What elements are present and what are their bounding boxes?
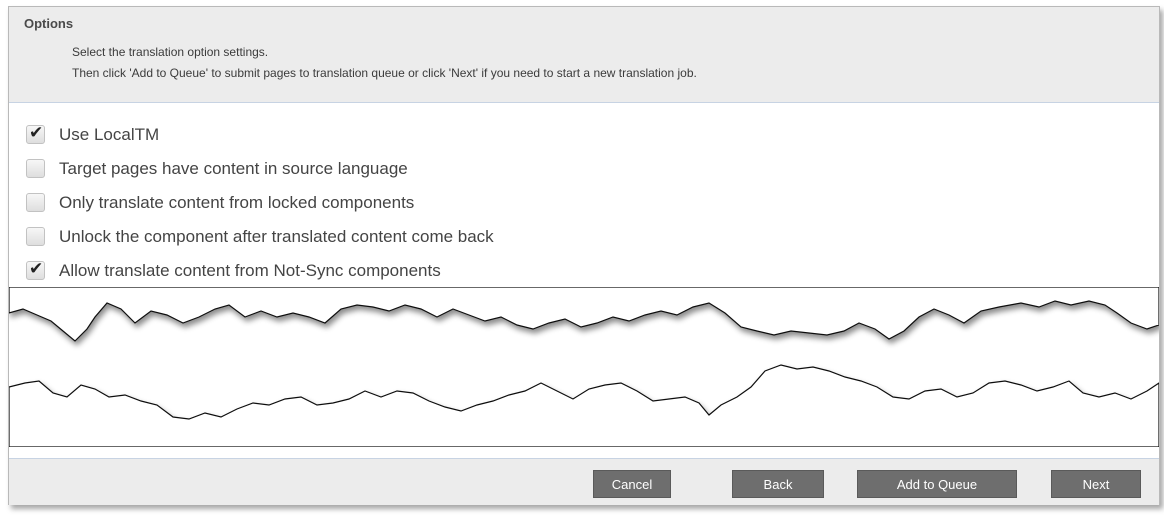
option-label: Target pages have content in source lang… (59, 159, 408, 178)
next-button[interactable]: Next (1051, 470, 1141, 498)
options-title: Options (24, 16, 74, 31)
torn-edge-bottom (9, 364, 1159, 447)
options-panel: Options Select the translation option se… (8, 6, 1160, 505)
checkbox[interactable] (26, 159, 45, 178)
option-label: Unlock the component after translated co… (59, 227, 494, 246)
checkbox[interactable] (26, 227, 45, 246)
instruction-line-1: Select the translation option settings. (72, 45, 269, 59)
button-bar: Cancel Back Add to Queue Next (9, 458, 1159, 505)
instruction-line-2: Then click 'Add to Queue' to submit page… (72, 66, 697, 80)
torn-edge-top (9, 287, 1159, 342)
checkbox[interactable]: ✔ (26, 259, 45, 280)
option-label: Allow translate content from Not-Sync co… (59, 261, 441, 280)
checkmark-icon: ✔ (29, 123, 44, 143)
checkmark-icon: ✔ (29, 259, 44, 279)
checkbox[interactable]: ✔ (26, 123, 45, 144)
torn-edge-divider (9, 287, 1159, 447)
add-to-queue-button[interactable]: Add to Queue (857, 470, 1017, 498)
option-label: Only translate content from locked compo… (59, 193, 415, 212)
back-button[interactable]: Back (732, 470, 824, 498)
cancel-button[interactable]: Cancel (593, 470, 671, 498)
options-header: Options Select the translation option se… (9, 7, 1159, 103)
option-label: Use LocalTM (59, 125, 160, 144)
checkbox[interactable] (26, 193, 45, 212)
